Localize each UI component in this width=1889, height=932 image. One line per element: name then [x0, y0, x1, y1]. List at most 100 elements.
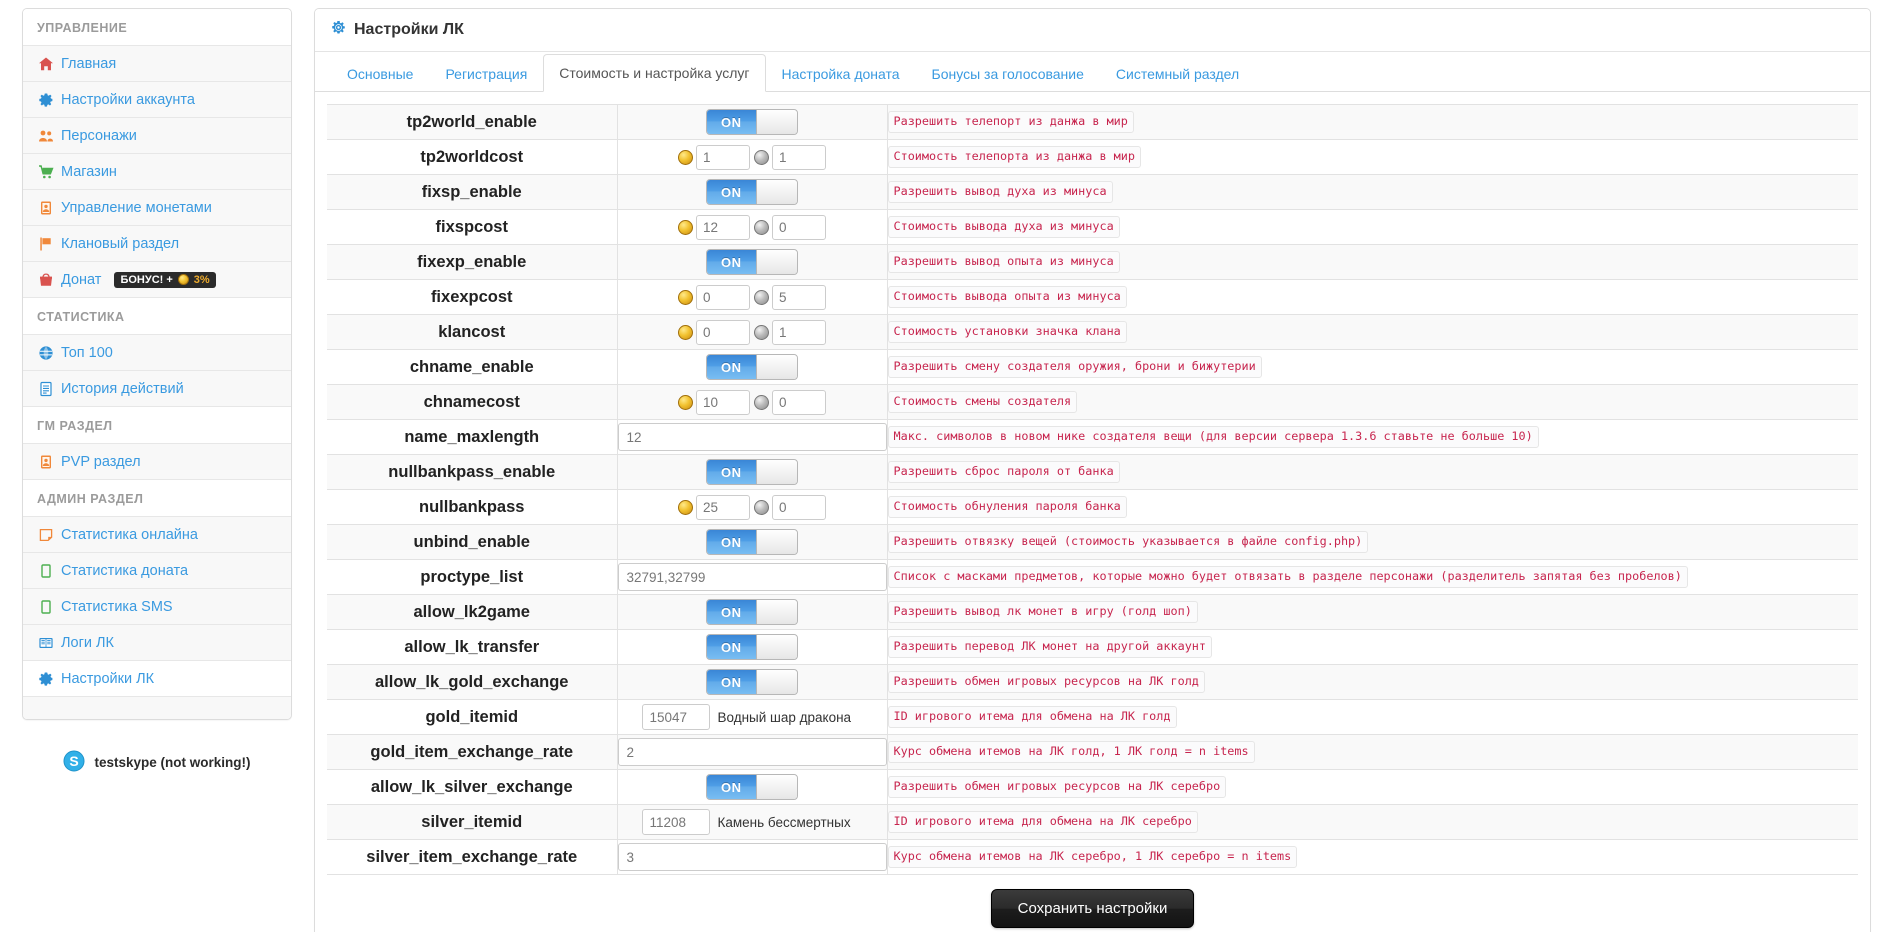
gold-coin-icon: [678, 324, 693, 340]
tab-5[interactable]: Системный раздел: [1100, 55, 1255, 92]
setting-key: fixsp_enable: [327, 174, 618, 210]
setting-description-cell: Стоимость вывода духа из минуса: [887, 210, 1858, 245]
toggle-switch[interactable]: ON: [706, 354, 798, 380]
note-icon: [37, 526, 54, 543]
sidebar-item-label: Магазин: [61, 163, 117, 180]
setting-value-cell: ON: [617, 104, 888, 140]
silver-amount-input[interactable]: [772, 494, 826, 520]
setting-key: name_maxlength: [327, 419, 618, 455]
sidebar-item-0-g1[interactable]: Топ 100: [23, 335, 291, 371]
setting-description-cell: Разрешить обмен игровых ресурсов на ЛК г…: [887, 665, 1858, 700]
sidebar-item-5-g0[interactable]: Клановый раздел: [23, 226, 291, 262]
item-id-input[interactable]: [641, 809, 710, 835]
silver-amount-input[interactable]: [772, 319, 826, 345]
sidebar-item-0-g3[interactable]: Статистика онлайна: [23, 517, 291, 553]
tab-4[interactable]: Бонусы за голосование: [916, 55, 1100, 92]
setting-value-cell: ON: [617, 454, 888, 490]
setting-key: unbind_enable: [327, 524, 618, 560]
toggle-on-label: ON: [707, 670, 756, 694]
sidebar-item-label: Главная: [61, 55, 117, 72]
toggle-switch[interactable]: ON: [706, 109, 798, 135]
gold-amount-input[interactable]: [696, 284, 750, 310]
settings-row: name_maxlength Макс. символов в новом ник…: [327, 419, 1858, 455]
toggle-knob[interactable]: [755, 180, 797, 204]
toggle-knob[interactable]: [755, 460, 797, 484]
gold-amount-input[interactable]: [696, 319, 750, 345]
setting-value-cell: [617, 314, 888, 350]
setting-key: fixexpcost: [327, 279, 618, 315]
toggle-switch[interactable]: ON: [706, 459, 798, 485]
setting-text-input[interactable]: [617, 423, 887, 451]
toggle-knob[interactable]: [755, 250, 797, 274]
settings-row: tp2worldcost Стоимость телепорта из данжа…: [327, 139, 1858, 175]
setting-value-cell: ON: [617, 244, 888, 280]
donate-basket-icon: [37, 271, 54, 288]
gear-icon: [37, 670, 54, 687]
sidebar-item-1-g0[interactable]: Настройки аккаунта: [23, 82, 291, 118]
sidebar-item-2-g0[interactable]: Персонажи: [23, 118, 291, 154]
sidebar-item-4-g3[interactable]: Настройки ЛК: [23, 661, 291, 697]
item-name-label: Водный шар дракона: [717, 709, 852, 725]
toggle-knob[interactable]: [755, 600, 797, 624]
silver-coin-group: [754, 284, 826, 310]
toggle-knob[interactable]: [755, 110, 797, 134]
toggle-switch[interactable]: ON: [706, 249, 798, 275]
silver-amount-input[interactable]: [772, 389, 826, 415]
coin-inputs: [618, 214, 887, 240]
setting-value-cell: [617, 139, 888, 175]
item-id-input[interactable]: [641, 704, 710, 730]
setting-value-cell: [617, 734, 888, 770]
globe-icon: [37, 344, 54, 361]
skype-contact[interactable]: S testskype (not working!): [22, 750, 292, 775]
sidebar-item-3-g3[interactable]: Логи ЛК: [23, 625, 291, 661]
sidebar-item-6-g0[interactable]: Донат БОНУС! + 3%: [23, 262, 291, 298]
sidebar-item-label: Донат: [61, 271, 102, 288]
toggle-on-label: ON: [707, 355, 756, 379]
gold-amount-input[interactable]: [696, 144, 750, 170]
gold-amount-input[interactable]: [696, 214, 750, 240]
document-icon: [37, 380, 54, 397]
toggle-switch[interactable]: ON: [706, 179, 798, 205]
silver-amount-input[interactable]: [772, 214, 826, 240]
setting-text-input[interactable]: [617, 843, 887, 871]
sidebar-item-1-g3[interactable]: Статистика доната: [23, 553, 291, 589]
toggle-switch[interactable]: ON: [706, 774, 798, 800]
setting-description: Разрешить смену создателя оружия, брони …: [887, 356, 1262, 378]
silver-amount-input[interactable]: [772, 284, 826, 310]
tab-2[interactable]: Стоимость и настройка услуг: [543, 54, 766, 92]
setting-description-cell: Курс обмена итемов на ЛК голд, 1 ЛК голд…: [887, 735, 1858, 770]
toggle-switch[interactable]: ON: [706, 599, 798, 625]
gold-coin-icon: [678, 219, 693, 235]
sidebar-group-title: УПРАВЛЕНИЕ: [23, 9, 291, 46]
sidebar-item-4-g0[interactable]: Управление монетами: [23, 190, 291, 226]
setting-text-input[interactable]: [617, 563, 887, 591]
toggle-knob[interactable]: [755, 670, 797, 694]
toggle-switch[interactable]: ON: [706, 669, 798, 695]
toggle-wrap: ON: [618, 354, 887, 380]
setting-description: Разрешить перевод ЛК монет на другой акк…: [887, 636, 1213, 658]
setting-description: Стоимость телепорта из данжа в мир: [887, 146, 1141, 168]
toggle-knob[interactable]: [755, 775, 797, 799]
save-settings-button[interactable]: Сохранить настройки: [990, 889, 1195, 928]
gold-amount-input[interactable]: [696, 494, 750, 520]
setting-key: allow_lk_silver_exchange: [327, 769, 618, 805]
sidebar-item-0-g0[interactable]: Главная: [23, 46, 291, 82]
book-icon: [37, 598, 54, 615]
toggle-knob[interactable]: [755, 530, 797, 554]
sidebar-item-0-g2[interactable]: PVP раздел: [23, 444, 291, 480]
settings-row: nullbankpass Стоимость обнуления пароля б…: [327, 489, 1858, 525]
toggle-knob[interactable]: [755, 355, 797, 379]
gold-amount-input[interactable]: [696, 389, 750, 415]
setting-text-input[interactable]: [617, 738, 887, 766]
sidebar-item-3-g0[interactable]: Магазин: [23, 154, 291, 190]
tab-1[interactable]: Регистрация: [429, 55, 543, 92]
tab-0[interactable]: Основные: [331, 55, 429, 92]
tab-3[interactable]: Настройка доната: [766, 55, 916, 92]
toggle-switch[interactable]: ON: [706, 529, 798, 555]
toggle-knob[interactable]: [755, 635, 797, 659]
sidebar-item-1-g1[interactable]: История действий: [23, 371, 291, 407]
sidebar-item-2-g3[interactable]: Статистика SMS: [23, 589, 291, 625]
setting-description-cell: Разрешить сброс пароля от банка: [887, 455, 1858, 490]
silver-amount-input[interactable]: [772, 144, 826, 170]
toggle-switch[interactable]: ON: [706, 634, 798, 660]
